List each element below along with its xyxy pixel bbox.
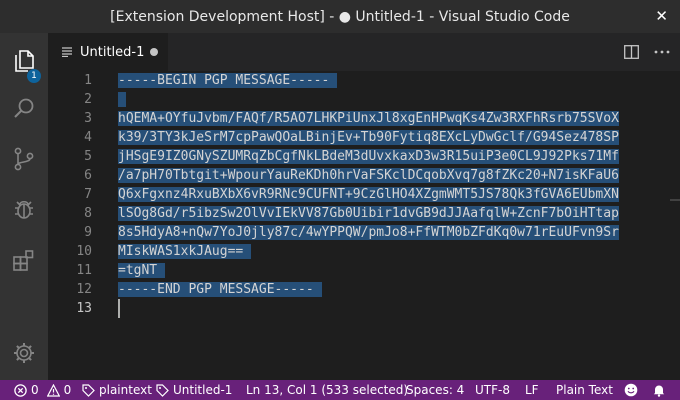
warning-icon [46,383,60,397]
close-window-icon[interactable]: ✕ [655,7,668,25]
language-item[interactable]: Plain Text [556,380,613,400]
text-editor[interactable]: 1 2 3 4 5 6 7 8 9 10 11 12 13 -----BEGIN… [48,71,680,380]
selected-text: =tgNT [118,263,158,278]
line-number: 6 [84,168,92,183]
file-item[interactable]: Untitled-1 [156,380,232,400]
code-line: Q6xFgxnz4RxuBXbX6vR9RNc9CUFNT+9CzGlHO4XZ… [118,185,619,204]
overview-ruler-mark [670,199,680,201]
line-number: 7 [84,187,92,202]
line-number: 1 [84,73,92,88]
selected-text: /a7pH70Tbtgit+WpourYauReKDh0hrVaFSKclDCq… [118,168,619,183]
explorer-badge: 1 [27,69,41,83]
unsaved-dot-icon[interactable] [150,48,158,56]
extensions-button[interactable] [0,240,48,280]
status-bar: 0 0 plaintext Untitled-1 Ln 13, Col 1 (5… [0,380,680,400]
text-cursor [118,299,120,318]
tab-untitled-1[interactable]: Untitled-1 [48,33,168,71]
feedback-button[interactable] [624,380,638,400]
selected-text: Q6xFgxnz4RxuBXbX6vR9RNc9CUFNT+9CzGlHO4XZ… [118,187,619,202]
code-line: /a7pH70Tbtgit+WpourYauReKDh0hrVaFSKclDCq… [118,166,619,185]
code-line: k39/3TY3kJeSrM7cpPawQOaLBinjEv+Tb90Fytiq… [118,128,619,147]
file-item-label: Untitled-1 [173,383,233,397]
line-number: 8 [84,206,92,221]
code-line: -----BEGIN PGP MESSAGE----- [118,71,338,90]
bell-icon [653,385,665,397]
activity-bar: 1 [0,33,48,380]
editor-tab-strip: Untitled-1 [48,33,680,71]
line-number: 12 [76,282,92,297]
line-number: 11 [76,263,92,278]
encoding-item[interactable]: UTF-8 [475,380,510,400]
extensions-icon [13,250,34,271]
explorer-button[interactable]: 1 [0,41,48,83]
code-line: lSOg8Gd/r5ibzSw2OlVvIEkVV87Gb0Uibir1dvGB… [118,204,619,223]
problems-item[interactable]: 0 0 [14,380,71,400]
line-number: 3 [84,111,92,126]
line-end-selection [313,282,322,297]
code-line: jHSgE9IZ0GNySZUMRqZbCgfNkLBdeM3dUvxkaxD3… [118,147,619,166]
line-end-selection [157,263,165,278]
source-control-icon [14,147,34,171]
cursor-position-item[interactable]: Ln 13, Col 1 (533 selected) [246,380,408,400]
language-mode-item[interactable]: plaintext [82,380,152,400]
smiley-icon [624,383,638,397]
warning-count: 0 [63,383,72,397]
line-number: 4 [84,130,92,145]
indentation-item[interactable]: Spaces: 4 [406,380,464,400]
code-line: 8s5HdyA8+nQw7YoJ0jly87c/4wYPPQW/pmJo8+Ff… [118,223,619,242]
source-control-button[interactable] [0,139,48,179]
tab-label: Untitled-1 [80,44,145,60]
selected-text: -----BEGIN PGP MESSAGE----- [118,73,330,88]
manage-button[interactable] [0,333,48,373]
selected-text: jHSgE9IZ0GNySZUMRqZbCgfNkLBdeM3dUvxkaxD3… [118,149,619,164]
line-number: 2 [84,92,92,107]
lines-icon [62,47,72,57]
split-editor-icon [623,45,639,59]
eol-item[interactable]: LF [525,380,539,400]
code-line: MIskWAS1xkJAug== [118,242,252,261]
line-number: 9 [84,225,92,240]
title-bar: [Extension Development Host] - ● Untitle… [0,0,680,33]
code-lines[interactable]: -----BEGIN PGP MESSAGE----- hQEMA+OYfuJv… [118,71,678,380]
selected-text: 8s5HdyA8+nQw7YoJ0jly87c/4wYPPQW/pmJo8+Ff… [118,225,619,240]
line-number: 5 [84,149,92,164]
search-icon [14,98,34,118]
search-button[interactable] [0,89,48,129]
language-mode-label: plaintext [99,383,152,397]
line-number-gutter: 1 2 3 4 5 6 7 8 9 10 11 12 13 [48,71,110,380]
bug-icon [15,200,33,219]
line-end-selection [329,73,338,88]
more-actions-button[interactable] [653,43,671,61]
error-count: 0 [31,383,39,397]
window-title: [Extension Development Host] - ● Untitle… [110,8,570,25]
gear-icon [14,343,34,363]
line-number-active: 13 [76,301,92,316]
selected-text: MIskWAS1xkJAug== [118,244,244,259]
code-line [118,90,126,109]
selected-text: hQEMA+OYfuJvbm/FAQf/R5AO7LHKPiUnxJl8xgEn… [118,111,619,126]
line-number: 10 [76,244,92,259]
selected-text: -----END PGP MESSAGE----- [118,282,314,297]
tag-icon [82,383,95,397]
error-icon [14,383,27,397]
ellipsis-icon [654,50,670,54]
code-line: =tgNT [118,261,165,280]
line-end-selection [118,92,126,107]
line-end-selection [243,244,252,259]
code-line: hQEMA+OYfuJvbm/FAQf/R5AO7LHKPiUnxJl8xgEn… [118,109,619,128]
split-editor-button[interactable] [622,43,640,61]
selected-text: lSOg8Gd/r5ibzSw2OlVvIEkVV87Gb0Uibir1dvGB… [118,206,619,221]
code-line: -----END PGP MESSAGE----- [118,280,322,299]
notifications-button[interactable] [652,380,666,400]
debug-button[interactable] [0,189,48,229]
tag-icon [156,383,169,397]
selected-text: k39/3TY3kJeSrM7cpPawQOaLBinjEv+Tb90Fytiq… [118,130,619,145]
